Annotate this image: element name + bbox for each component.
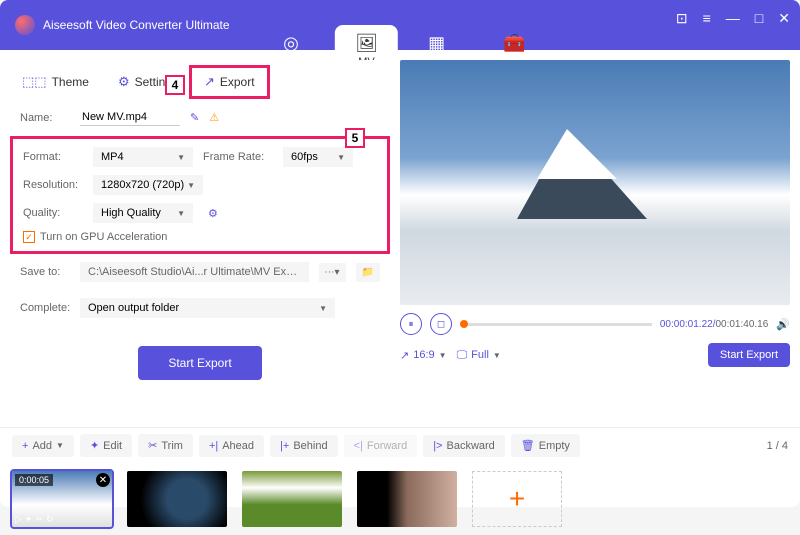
thumbnail-4[interactable] (357, 471, 457, 527)
name-input[interactable] (80, 109, 180, 126)
gpu-checkbox[interactable]: ✓ (23, 231, 35, 243)
saveto-row: Save to: C:\Aiseesoft Studio\Ai...r Ulti… (10, 254, 390, 290)
gear-icon: ⚙ (118, 74, 130, 90)
edit-name-icon[interactable]: ✎ (190, 111, 199, 124)
backward-button[interactable]: |>Backward (423, 435, 505, 457)
maximize-icon[interactable]: □ (755, 10, 763, 27)
plus-icon: + (22, 440, 28, 452)
app-title: Aiseesoft Video Converter Ultimate (43, 18, 230, 32)
thumbnail-1[interactable]: 0:00:05 ✕ ▷ ✦ ✂ ↻ (12, 471, 112, 527)
forward-button[interactable]: <|Forward (344, 435, 418, 457)
thumbnail-2[interactable] (127, 471, 227, 527)
gpu-label: Turn on GPU Acceleration (40, 231, 167, 243)
forward-icon: <| (354, 440, 363, 452)
converter-icon: ◎ (283, 33, 299, 54)
window-controls: ⊡ ≡ — □ ✕ (676, 10, 790, 27)
start-export-small-button[interactable]: Start Export (708, 343, 790, 367)
time-display: 00:00:01.22/00:01:40.16 (660, 319, 768, 330)
scissors-icon: ✂ (148, 439, 157, 452)
thumbnail-strip: 0:00:05 ✕ ▷ ✦ ✂ ↻ + (0, 463, 800, 535)
export-settings: Format: MP4 Frame Rate: 60fps Resolution… (10, 136, 390, 254)
ahead-button[interactable]: +|Ahead (199, 435, 264, 457)
thumb-actions: ▷ ✦ ✂ ↻ (15, 514, 54, 525)
behind-icon: |+ (280, 440, 289, 452)
pause-button[interactable]: ⏸ (400, 313, 422, 335)
export-icon: ↗ (204, 74, 215, 90)
callout-5: 5 (345, 128, 365, 148)
thumb-edit-icon[interactable]: ✦ (25, 514, 33, 525)
trim-button[interactable]: ✂Trim (138, 434, 193, 457)
quality-dropdown[interactable]: High Quality (93, 203, 193, 223)
tab-export[interactable]: ↗ Export (189, 65, 270, 99)
complete-dropdown[interactable]: Open output folder (80, 298, 335, 318)
callout-4: 4 (165, 75, 185, 95)
feedback-icon[interactable]: ⊡ (676, 10, 688, 27)
preview-image (400, 60, 790, 305)
quality-label: Quality: (23, 207, 83, 219)
app-window: Aiseesoft Video Converter Ultimate ⊡ ≡ —… (0, 0, 800, 507)
complete-row: Complete: Open output folder (10, 290, 390, 326)
empty-button[interactable]: 🗑Empty (511, 434, 580, 457)
format-label: Format: (23, 151, 83, 163)
preview-bottom: ↗ 16:9 ▼ 🖵 Full ▼ Start Export (400, 343, 790, 367)
minimize-icon[interactable]: — (726, 10, 740, 27)
start-export-button[interactable]: Start Export (138, 346, 261, 380)
toolbox-icon: 🧰 (503, 33, 525, 54)
quality-gear-icon[interactable]: ⚙ (208, 207, 218, 220)
format-dropdown[interactable]: MP4 (93, 147, 193, 167)
complete-label: Complete: (20, 302, 70, 314)
edit-button[interactable]: ✦Edit (80, 434, 132, 457)
path-dropdown-icon[interactable]: ⋯▾ (319, 263, 346, 282)
thumb-trim-icon[interactable]: ✂ (35, 514, 43, 525)
ahead-icon: +| (209, 440, 218, 452)
warning-icon[interactable]: ⚠ (209, 111, 219, 124)
close-icon[interactable]: ✕ (778, 10, 790, 27)
left-panel: ⬚⬚ Theme ⚙ Setting ↗ Export Name: ✎ ⚠ (10, 60, 390, 417)
saveto-path: C:\Aiseesoft Studio\Ai...r Ultimate\MV E… (80, 262, 309, 282)
backward-icon: |> (433, 440, 442, 452)
add-thumbnail-button[interactable]: + (472, 471, 562, 527)
progress-bar[interactable] (460, 323, 652, 326)
saveto-label: Save to: (20, 266, 70, 278)
collage-icon: ▦ (428, 33, 445, 54)
page-indicator: 1 / 4 (767, 440, 788, 452)
fullscreen-button[interactable]: 🖵 Full ▼ (457, 349, 501, 362)
add-button[interactable]: +Add ▼ (12, 435, 74, 457)
menu-icon[interactable]: ≡ (703, 10, 711, 27)
thumb-close-icon[interactable]: ✕ (96, 473, 110, 487)
thumb-duration: 0:00:05 (15, 474, 53, 486)
framerate-label: Frame Rate: (203, 151, 273, 163)
app-logo-icon (15, 15, 35, 35)
player-controls: ⏸ ◻ 00:00:01.22/00:01:40.16 🔊 (400, 305, 790, 343)
wand-icon: ✦ (90, 439, 99, 452)
mv-icon: 🖼 (355, 33, 378, 54)
framerate-dropdown[interactable]: 60fps (283, 147, 353, 167)
name-row: Name: ✎ ⚠ (10, 104, 390, 131)
tab-theme[interactable]: ⬚⬚ Theme (10, 65, 101, 99)
aspect-ratio-button[interactable]: ↗ 16:9 ▼ (400, 349, 447, 362)
resolution-label: Resolution: (23, 179, 83, 191)
trash-icon: 🗑 (521, 439, 535, 452)
titlebar: Aiseesoft Video Converter Ultimate ⊡ ≡ —… (0, 0, 800, 50)
open-folder-icon[interactable]: 📁 (356, 263, 380, 282)
behind-button[interactable]: |+Behind (270, 435, 338, 457)
content: ⬚⬚ Theme ⚙ Setting ↗ Export Name: ✎ ⚠ (0, 50, 800, 427)
thumb-play-icon[interactable]: ▷ (15, 514, 22, 525)
stop-button[interactable]: ◻ (430, 313, 452, 335)
theme-icon: ⬚⬚ (22, 74, 47, 90)
thumbnail-3[interactable] (242, 471, 342, 527)
clip-toolbar: +Add ▼ ✦Edit ✂Trim +|Ahead |+Behind <|Fo… (0, 427, 800, 463)
resolution-dropdown[interactable]: 1280x720 (720p) (93, 175, 203, 195)
thumb-refresh-icon[interactable]: ↻ (46, 514, 54, 525)
name-label: Name: (20, 112, 70, 124)
sub-tabs: ⬚⬚ Theme ⚙ Setting ↗ Export (10, 60, 390, 104)
preview-panel: ⏸ ◻ 00:00:01.22/00:01:40.16 🔊 ↗ 16:9 ▼ 🖵… (400, 60, 790, 417)
volume-icon[interactable]: 🔊 (776, 318, 790, 331)
gpu-row: ✓ Turn on GPU Acceleration (23, 231, 377, 243)
